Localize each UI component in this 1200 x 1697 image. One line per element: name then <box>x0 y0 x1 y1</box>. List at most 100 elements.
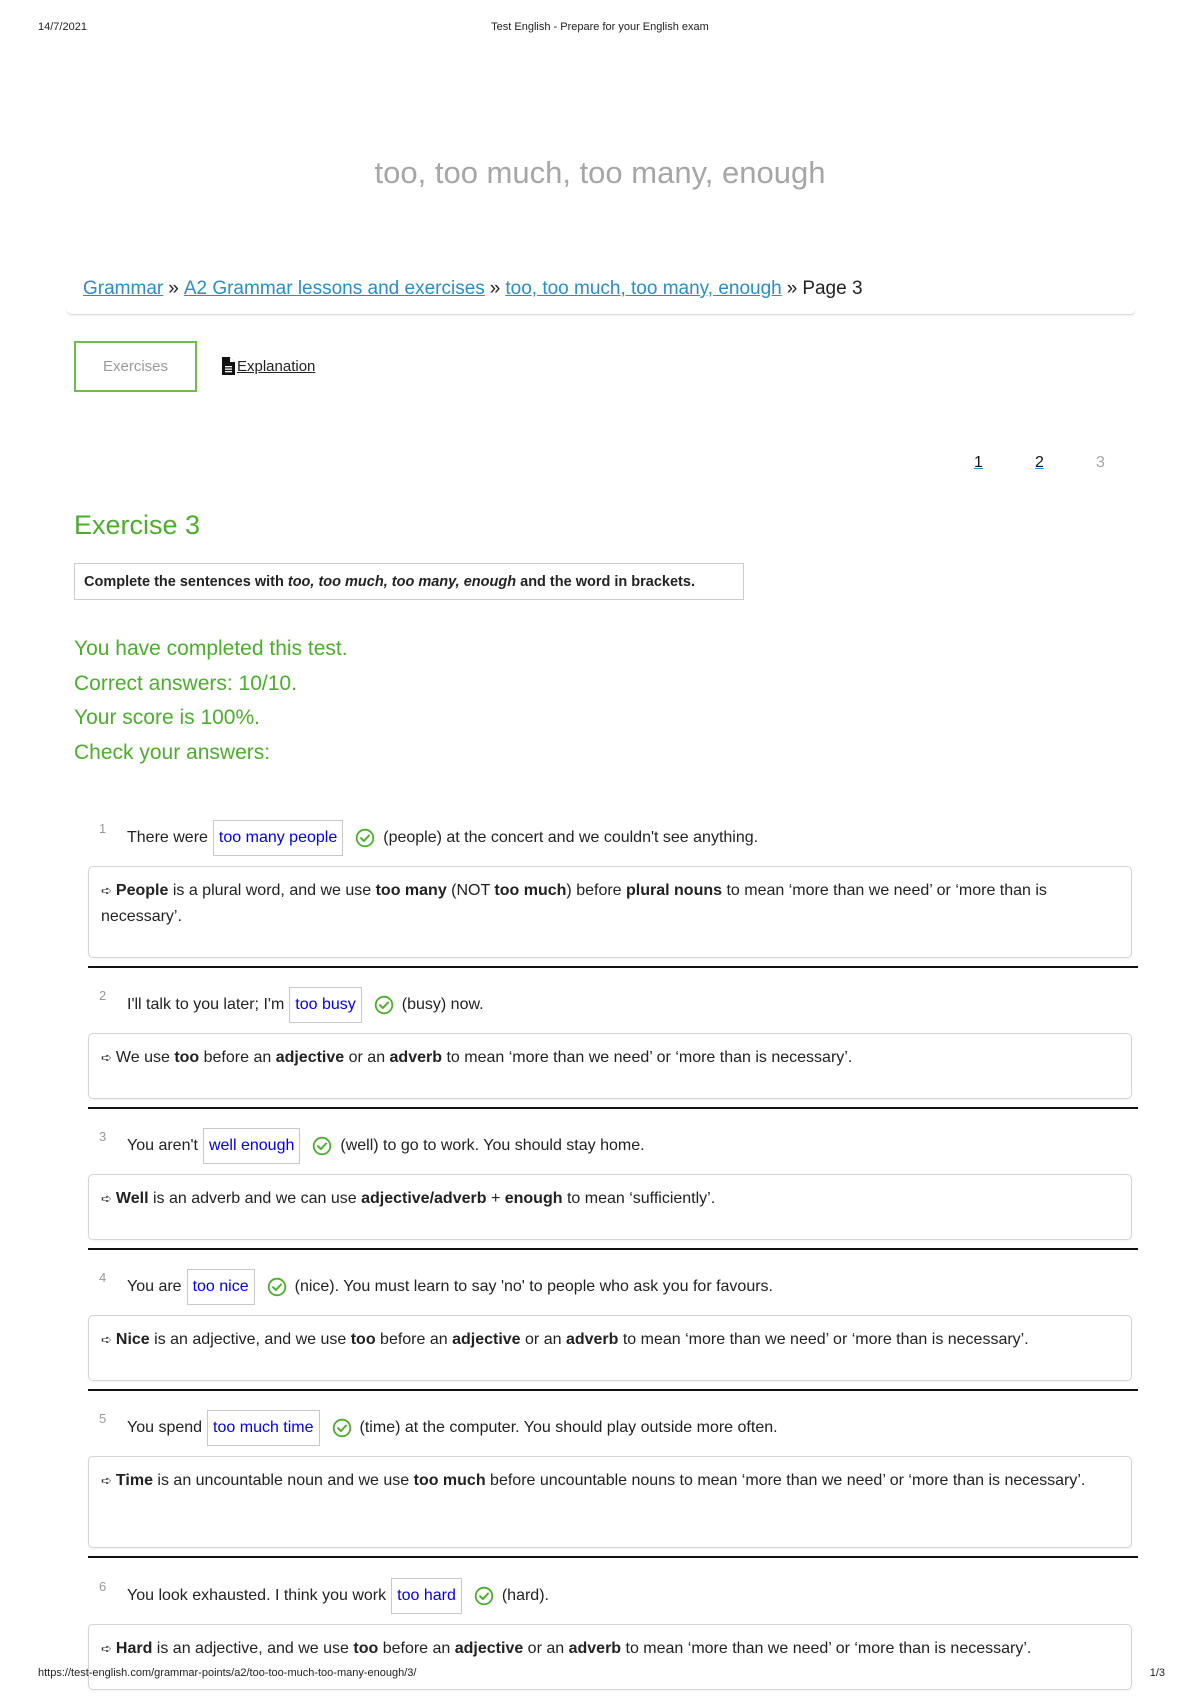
breadcrumb-topic[interactable]: too, too much, too many, enough <box>505 278 781 299</box>
arrow-icon: ➪ <box>101 1641 112 1656</box>
question-before: You aren't <box>127 1137 198 1154</box>
explanation-box: ➪ People is a plural word, and we use too… <box>88 866 1132 958</box>
question-text: You aren't well enough (well) to go to wor… <box>127 1126 645 1166</box>
question-before: You spend <box>127 1419 203 1436</box>
question-number: 5 <box>99 1411 107 1426</box>
explanation-box: ➪ Time is an uncountable noun and we use … <box>88 1456 1132 1548</box>
check-circle-icon <box>374 995 393 1015</box>
answer-field[interactable]: well enough <box>202 1128 301 1164</box>
check-circle-icon <box>356 828 375 848</box>
result-completed: You have completed this test. <box>74 637 348 660</box>
exercise-title: Exercise 3 <box>74 510 201 540</box>
check-circle-icon <box>474 1586 494 1606</box>
explanation-text: or an <box>520 1331 566 1348</box>
explanation-bold: Time <box>115 1472 153 1489</box>
question-text: There were too many people (people) at the… <box>127 818 758 858</box>
result-check: Check your answers: <box>74 740 271 764</box>
explanation-box: ➪ Nice is an adjective, and we use too be… <box>88 1315 1132 1381</box>
answer-field[interactable]: too many people <box>212 820 344 856</box>
question-item: 3 You aren't well enough (well) to go to wo… <box>88 1126 1138 1240</box>
question-divider <box>88 1389 1138 1391</box>
breadcrumb-container: Grammar» A2 Grammar lessons and exercises… <box>66 262 1136 315</box>
breadcrumb: Grammar» A2 Grammar lessons and exercises… <box>83 278 863 300</box>
question-number: 6 <box>99 1579 107 1594</box>
question-after: (busy) now. <box>401 996 484 1013</box>
question-after: (hard). <box>501 1587 549 1604</box>
question-item: 4 You are too nice (nice). You must learn t… <box>88 1267 1138 1381</box>
explanation-bold: enough <box>504 1190 563 1207</box>
page-link-2[interactable]: 2 <box>1035 454 1044 472</box>
explanation-text: + <box>486 1190 505 1207</box>
explanation-bold: People <box>115 882 169 899</box>
explanation-bold: adjective <box>275 1049 345 1066</box>
explanation-text: before uncountable nouns to mean ‘more t… <box>485 1472 1086 1489</box>
explanation-text: before an <box>378 1640 455 1657</box>
print-title: Test English - Prepare for your English … <box>491 21 709 33</box>
explanation-text: is an adjective, and we use <box>149 1331 351 1348</box>
tab-explanation-label: Explanation <box>237 357 316 375</box>
arrow-icon: ➪ <box>101 1332 112 1347</box>
question-line: 5 You spend too much time (time) at the com… <box>88 1408 1138 1448</box>
page-current-3: 3 <box>1096 454 1105 471</box>
explanation-bold: too <box>174 1049 200 1066</box>
question-before: I'll talk to you later; I'm <box>127 996 285 1013</box>
question-text: You are too nice (nice). You must learn to… <box>127 1267 773 1307</box>
page-title: too, too much, too many, enough <box>374 155 826 190</box>
breadcrumb-separator: » <box>786 278 798 299</box>
explanation-bold: adjective <box>454 1640 524 1657</box>
explanation-box: ➪ We use too before an adjective or an ad… <box>88 1033 1132 1099</box>
question-before: There were <box>127 829 208 846</box>
explanation-text: or an <box>344 1049 390 1066</box>
explanation-bold: adverb <box>389 1049 442 1066</box>
explanation-bold: adjective/adverb <box>361 1190 487 1207</box>
answer-field[interactable]: too hard <box>391 1578 462 1614</box>
answer-field[interactable]: too nice <box>186 1269 255 1305</box>
explanation-box: ➪ Well is an adverb and we can use adject… <box>88 1174 1132 1240</box>
breadcrumb-grammar[interactable]: Grammar <box>83 278 163 299</box>
result-correct: Correct answers: 10/10. <box>74 671 297 695</box>
question-line: 3 You aren't well enough (well) to go to wo… <box>88 1126 1138 1166</box>
explanation-bold: too much <box>494 882 567 899</box>
explanation-bold: adverb <box>565 1331 619 1348</box>
question-after: (well) to go to work. You should stay ho… <box>340 1137 645 1154</box>
breadcrumb-a2-lessons[interactable]: A2 Grammar lessons and exercises <box>184 278 485 299</box>
explanation-bold: too much <box>413 1472 486 1489</box>
question-divider <box>88 1248 1138 1250</box>
tab-exercises[interactable]: Exercises <box>74 341 197 392</box>
page-link-1[interactable]: 1 <box>974 454 983 472</box>
question-number: 4 <box>99 1270 107 1285</box>
question-text: You look exhausted. I think you work too … <box>127 1576 549 1616</box>
explanation-bold: plural nouns <box>626 882 723 899</box>
print-page-number: 1/3 <box>1149 1667 1165 1679</box>
arrow-icon: ➪ <box>101 1191 112 1206</box>
answer-field[interactable]: too busy <box>289 987 362 1023</box>
instruction-text: and the word in brackets. <box>520 573 695 590</box>
explanation-text: to mean ‘more than we need’ or ‘more tha… <box>442 1049 853 1066</box>
explanation-text: to mean ‘more than we need’ or ‘more tha… <box>621 1640 1032 1657</box>
print-url: https://test-english.com/grammar-points/… <box>38 1667 417 1679</box>
question-item: 2 I'll talk to you later; I'm too busy (bus… <box>88 985 1138 1099</box>
explanation-bold: Nice <box>115 1331 150 1348</box>
question-divider <box>88 1556 1138 1558</box>
explanation-bold: adjective <box>452 1331 521 1348</box>
explanation-box: ➪ Hard is an adjective, and we use too be… <box>88 1624 1132 1690</box>
explanation-bold: Hard <box>115 1640 153 1657</box>
question-after: (time) at the computer. You should play … <box>359 1419 778 1436</box>
arrow-icon: ➪ <box>101 883 112 898</box>
check-circle-icon <box>313 1136 332 1156</box>
question-number: 3 <box>99 1129 107 1144</box>
breadcrumb-separator: » <box>489 278 501 299</box>
question-divider <box>88 1107 1138 1109</box>
explanation-text: (NOT <box>446 882 495 899</box>
question-before: You look exhausted. I think you work <box>127 1587 387 1604</box>
question-before: You are <box>127 1278 182 1295</box>
arrow-icon: ➪ <box>101 1473 112 1488</box>
explanation-bold: too many <box>375 882 447 899</box>
explanation-text: We use <box>115 1049 175 1066</box>
answer-field[interactable]: too much time <box>207 1410 320 1446</box>
question-number: 2 <box>99 988 107 1003</box>
instructions: Complete the sentences with too, too muc… <box>74 563 744 600</box>
instruction-text: Complete the sentences with <box>84 573 284 590</box>
tab-explanation[interactable]: Explanation <box>222 357 315 375</box>
question-text: You spend too much time (time) at the comp… <box>127 1408 778 1448</box>
